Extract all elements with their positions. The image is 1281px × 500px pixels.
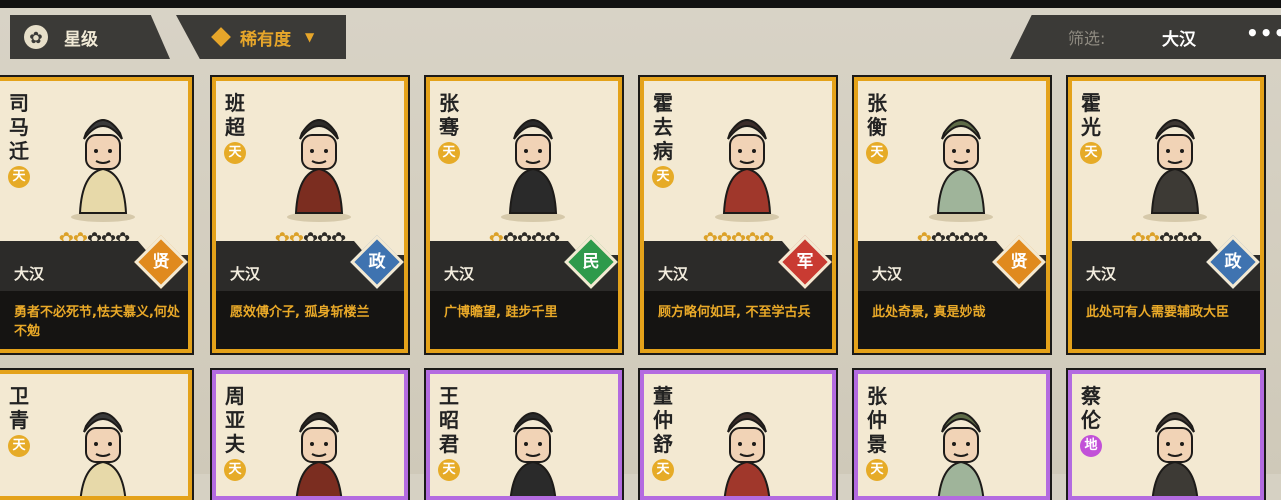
hero-card[interactable]: 班 超天 ✿✿✿✿✿ 大汉政愿效傅介子, 孤身斩楼兰 xyxy=(212,77,408,353)
dynasty-label: 大汉 xyxy=(872,265,903,283)
grade-badge: 天 xyxy=(224,142,246,164)
hero-portrait xyxy=(50,103,156,223)
hero-portrait xyxy=(694,103,800,223)
hero-card[interactable]: 卫 青天 xyxy=(0,370,192,500)
filter-label: 筛选: xyxy=(1068,29,1106,48)
hero-name: 司 马 迁天 xyxy=(8,91,30,188)
hero-name: 霍 光天 xyxy=(1080,91,1102,164)
tab-star-label: 星级 xyxy=(64,29,98,50)
grade-badge: 天 xyxy=(866,459,888,481)
dynasty-label: 大汉 xyxy=(14,265,45,283)
hero-card[interactable]: 张 骞天 ✿✿✿✿✿ 大汉民广博瞻望, 跬步千里 xyxy=(426,77,622,353)
hero-name: 张 骞天 xyxy=(438,91,460,164)
hero-name: 蔡 伦地 xyxy=(1080,384,1102,457)
role-label: 军 xyxy=(796,252,814,272)
grade-badge: 天 xyxy=(438,459,460,481)
grade-badge: 天 xyxy=(8,166,30,188)
hero-quote: 勇者不必死节,怯夫慕义,何处不勉 xyxy=(0,291,188,349)
grade-badge: 天 xyxy=(652,166,674,188)
hero-portrait xyxy=(480,103,586,223)
hero-card[interactable]: 王 昭 君天 xyxy=(426,370,622,500)
diamond-icon xyxy=(211,27,231,47)
role-label: 政 xyxy=(1224,252,1242,272)
hero-card[interactable]: 张 衡天 ✿✿✿✿✿ 大汉贤此处奇景, 真是妙哉 xyxy=(854,77,1050,353)
hero-name: 董 仲 舒天 xyxy=(652,384,674,481)
hero-card[interactable]: 蔡 伦地 xyxy=(1068,370,1264,500)
hero-quote: 顾方略何如耳, 不至学古兵 xyxy=(644,291,832,349)
grade-badge: 地 xyxy=(1080,435,1102,457)
hero-card[interactable]: 周 亚 夫天 xyxy=(212,370,408,500)
chevron-down-icon: ▼ xyxy=(305,30,315,44)
top-edge xyxy=(0,0,1281,8)
grade-badge: 天 xyxy=(224,459,246,481)
grade-badge: 天 xyxy=(652,459,674,481)
hero-name-text: 蔡 伦 xyxy=(1081,384,1101,432)
hero-name-text: 王 昭 君 xyxy=(439,384,459,456)
hero-quote: 广博瞻望, 跬步千里 xyxy=(430,291,618,349)
hero-portrait xyxy=(266,396,372,496)
hero-card[interactable]: 张 仲 景天 xyxy=(854,370,1050,500)
dynasty-label: 大汉 xyxy=(444,265,475,283)
role-label: 民 xyxy=(582,252,600,272)
hero-quote: 此处奇景, 真是妙哉 xyxy=(858,291,1046,349)
hero-card[interactable]: 霍 光天 ✿✿✿✿✿ 大汉政此处可有人需要辅政大臣 xyxy=(1068,77,1264,353)
hero-portrait xyxy=(266,103,372,223)
hero-name-text: 董 仲 舒 xyxy=(653,384,673,456)
grade-badge: 天 xyxy=(438,142,460,164)
hero-name-text: 司 马 迁 xyxy=(9,91,29,163)
filter-bar[interactable]: 筛选: 大汉 ••• xyxy=(1010,15,1281,59)
hero-name-text: 周 亚 夫 xyxy=(225,384,245,456)
role-label: 贤 xyxy=(1010,252,1028,272)
hero-quote: 此处可有人需要辅政大臣 xyxy=(1072,291,1260,349)
hero-portrait xyxy=(50,396,156,496)
flower-icon: ✿ xyxy=(24,25,48,49)
hero-portrait xyxy=(908,103,1014,223)
hero-portrait xyxy=(908,396,1014,496)
grade-badge: 天 xyxy=(8,435,30,457)
hero-name: 王 昭 君天 xyxy=(438,384,460,481)
hero-portrait xyxy=(694,396,800,496)
grade-badge: 天 xyxy=(866,142,888,164)
hero-card[interactable]: 司 马 迁天 ✿✿✿✿✿ 大汉贤勇者不必死节,怯夫慕义,何处不勉 xyxy=(0,77,192,353)
hero-portrait xyxy=(1122,103,1228,223)
hero-quote: 愿效傅介子, 孤身斩楼兰 xyxy=(216,291,404,349)
hero-name: 张 仲 景天 xyxy=(866,384,888,481)
hero-name-text: 霍 去 病 xyxy=(653,91,673,163)
hero-name-text: 张 骞 xyxy=(439,91,459,139)
dynasty-label: 大汉 xyxy=(230,265,261,283)
hero-name-text: 班 超 xyxy=(225,91,245,139)
tab-rarity[interactable]: 稀有度 ▼ xyxy=(176,15,346,59)
dynasty-label: 大汉 xyxy=(1086,265,1117,283)
hero-name: 张 衡天 xyxy=(866,91,888,164)
hero-card[interactable]: 董 仲 舒天 xyxy=(640,370,836,500)
hero-portrait xyxy=(480,396,586,496)
hero-card[interactable]: 霍 去 病天 ✿✿✿✿✿ 大汉军顾方略何如耳, 不至学古兵 xyxy=(640,77,836,353)
hero-name: 班 超天 xyxy=(224,91,246,164)
hero-name-text: 霍 光 xyxy=(1081,91,1101,139)
role-label: 贤 xyxy=(152,252,170,272)
hero-name: 霍 去 病天 xyxy=(652,91,674,188)
hero-name: 周 亚 夫天 xyxy=(224,384,246,481)
more-icon[interactable]: ••• xyxy=(1246,21,1281,45)
grade-badge: 天 xyxy=(1080,142,1102,164)
hero-name: 卫 青天 xyxy=(8,384,30,457)
hero-name-text: 卫 青 xyxy=(9,384,29,432)
tab-rarity-label: 稀有度 xyxy=(240,29,291,50)
hero-name-text: 张 衡 xyxy=(867,91,887,139)
tab-star-level[interactable]: ✿ 星级 xyxy=(10,15,170,59)
filter-value[interactable]: 大汉 xyxy=(1162,25,1196,50)
role-label: 政 xyxy=(368,252,386,272)
dynasty-label: 大汉 xyxy=(658,265,689,283)
hero-portrait xyxy=(1122,396,1228,496)
hero-name-text: 张 仲 景 xyxy=(867,384,887,456)
